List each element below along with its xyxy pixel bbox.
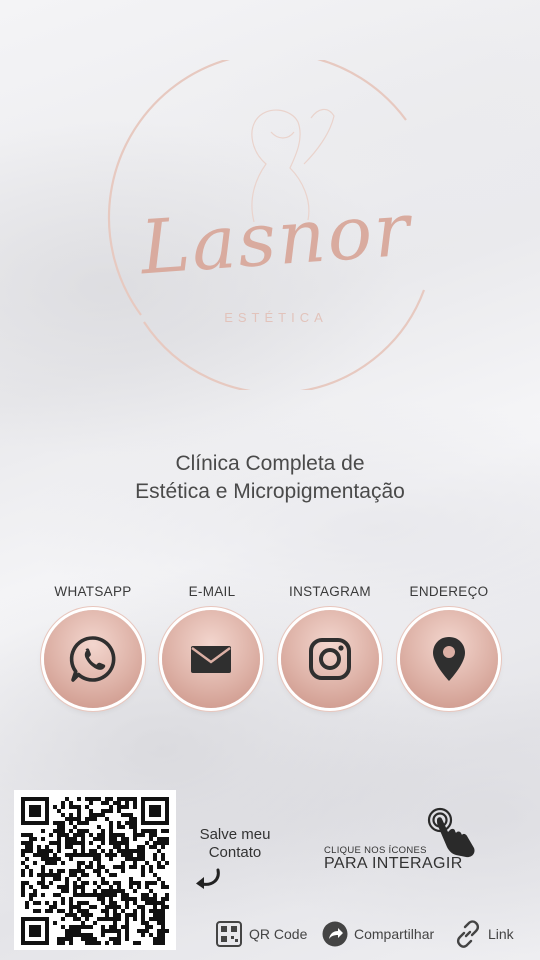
- qr-code-image: [21, 797, 169, 945]
- address-button[interactable]: [400, 610, 498, 708]
- brand-name: Lasnor: [137, 186, 415, 292]
- tagline: Clínica Completa de Estética e Micropigm…: [0, 450, 540, 506]
- share-icon: [322, 921, 348, 947]
- whatsapp-button[interactable]: [44, 610, 142, 708]
- share-label: Compartilhar: [354, 926, 435, 942]
- instagram-icon: [309, 638, 351, 680]
- link-icon: [456, 920, 480, 948]
- location-pin-icon: [433, 637, 465, 681]
- curved-arrow-icon: [196, 868, 220, 889]
- tap-hand-icon: [427, 807, 475, 858]
- share-button[interactable]: Compartilhar: [322, 920, 434, 948]
- qr-code-label: QR Code: [249, 926, 308, 942]
- interact-hint-big: PARA INTERAGIR: [324, 855, 463, 872]
- instagram-button[interactable]: [281, 610, 379, 708]
- save-contact-text[interactable]: Salve meu Contato: [180, 826, 290, 862]
- mail-icon: [191, 646, 231, 673]
- tagline-line-2: Estética e Micropigmentação: [135, 480, 405, 503]
- email-label: E-MAIL: [188, 584, 236, 599]
- qr-code-icon: [216, 921, 242, 947]
- qr-code-button[interactable]: QR Code: [215, 920, 307, 948]
- whatsapp-label: WHATSAPP: [54, 584, 132, 599]
- whatsapp-icon: [69, 636, 116, 682]
- qr-code[interactable]: [14, 790, 176, 950]
- instagram-label: INSTAGRAM: [289, 584, 371, 599]
- save-contact-line-2: Contato: [208, 844, 262, 861]
- link-label: Link: [488, 926, 514, 942]
- brand-subtitle: ESTÉTICA: [224, 310, 328, 325]
- tagline-line-1: Clínica Completa de: [175, 452, 365, 475]
- address-label: ENDEREÇO: [409, 584, 489, 599]
- link-button[interactable]: Link: [454, 920, 514, 948]
- save-contact-line-1: Salve meu: [199, 826, 271, 843]
- logo: Lasnor ESTÉTICA: [106, 60, 446, 390]
- email-button[interactable]: [162, 610, 260, 708]
